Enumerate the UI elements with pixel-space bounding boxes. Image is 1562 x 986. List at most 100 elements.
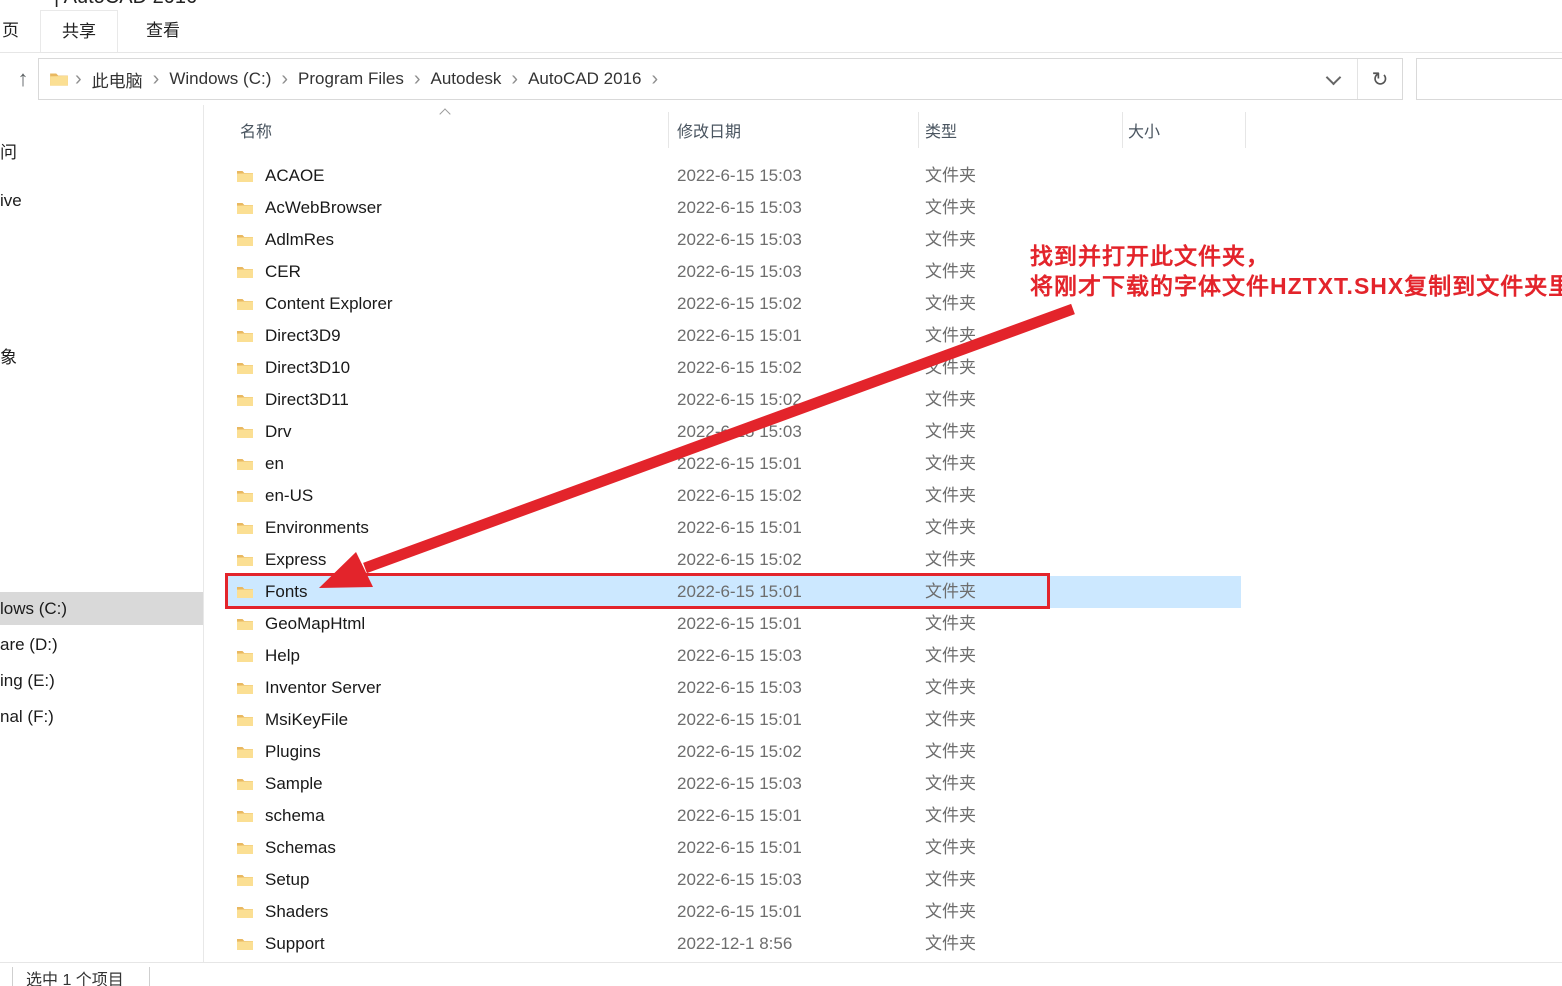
- file-name: AcWebBrowser: [265, 192, 382, 224]
- file-date: 2022-6-15 15:02: [677, 352, 802, 384]
- file-type: 文件夹: [925, 288, 976, 320]
- folder-icon: [236, 393, 254, 407]
- folder-icon: [236, 553, 254, 567]
- file-date: 2022-6-15 15:03: [677, 768, 802, 800]
- folder-icon: [236, 201, 254, 215]
- table-row[interactable]: Inventor Server 2022-6-15 15:03 文件夹: [227, 672, 1241, 704]
- table-row[interactable]: GeoMapHtml 2022-6-15 15:01 文件夹: [227, 608, 1241, 640]
- table-row[interactable]: CER 2022-6-15 15:03 文件夹: [227, 256, 1241, 288]
- table-row[interactable]: en-US 2022-6-15 15:02 文件夹: [227, 480, 1241, 512]
- table-row[interactable]: Fonts 2022-6-15 15:01 文件夹: [227, 576, 1241, 608]
- file-name: Express: [265, 544, 326, 576]
- table-row[interactable]: en 2022-6-15 15:01 文件夹: [227, 448, 1241, 480]
- file-date: 2022-6-15 15:01: [677, 896, 802, 928]
- file-name: ACAOE: [265, 160, 325, 192]
- table-row[interactable]: Setup 2022-6-15 15:03 文件夹: [227, 864, 1241, 896]
- table-row[interactable]: schema 2022-6-15 15:01 文件夹: [227, 800, 1241, 832]
- table-row[interactable]: Schemas 2022-6-15 15:01 文件夹: [227, 832, 1241, 864]
- file-name: Content Explorer: [265, 288, 393, 320]
- file-name: Help: [265, 640, 300, 672]
- file-date: 2022-6-15 15:02: [677, 384, 802, 416]
- folder-icon: [236, 169, 254, 183]
- file-type: 文件夹: [925, 832, 976, 864]
- file-type: 文件夹: [925, 192, 976, 224]
- file-date: 2022-6-15 15:02: [677, 544, 802, 576]
- file-name: schema: [265, 800, 325, 832]
- folder-icon: [236, 425, 254, 439]
- table-row[interactable]: Environments 2022-6-15 15:01 文件夹: [227, 512, 1241, 544]
- file-type: 文件夹: [925, 416, 976, 448]
- status-bar-divider: [0, 962, 1562, 963]
- file-name: Shaders: [265, 896, 328, 928]
- folder-icon: [236, 777, 254, 791]
- table-row[interactable]: Direct3D9 2022-6-15 15:01 文件夹: [227, 320, 1241, 352]
- folder-icon: [236, 841, 254, 855]
- table-row[interactable]: AdlmRes 2022-6-15 15:03 文件夹: [227, 224, 1241, 256]
- folder-icon: [236, 233, 254, 247]
- file-date: 2022-6-15 15:01: [677, 832, 802, 864]
- file-type: 文件夹: [925, 384, 976, 416]
- table-row[interactable]: Content Explorer 2022-6-15 15:02 文件夹: [227, 288, 1241, 320]
- file-type: 文件夹: [925, 864, 976, 896]
- file-date: 2022-6-15 15:01: [677, 800, 802, 832]
- folder-icon: [236, 713, 254, 727]
- table-row[interactable]: Direct3D10 2022-6-15 15:02 文件夹: [227, 352, 1241, 384]
- table-row[interactable]: Support 2022-12-1 8:56 文件夹: [227, 928, 1241, 960]
- file-type: 文件夹: [925, 928, 976, 960]
- file-type: 文件夹: [925, 544, 976, 576]
- table-row[interactable]: Direct3D11 2022-6-15 15:02 文件夹: [227, 384, 1241, 416]
- file-date: 2022-6-15 15:01: [677, 512, 802, 544]
- file-type: 文件夹: [925, 640, 976, 672]
- folder-icon: [236, 681, 254, 695]
- folder-icon: [236, 265, 254, 279]
- table-row[interactable]: Shaders 2022-6-15 15:01 文件夹: [227, 896, 1241, 928]
- file-type: 文件夹: [925, 576, 976, 608]
- table-row[interactable]: MsiKeyFile 2022-6-15 15:01 文件夹: [227, 704, 1241, 736]
- file-name: Inventor Server: [265, 672, 381, 704]
- file-date: 2022-6-15 15:03: [677, 864, 802, 896]
- file-date: 2022-6-15 15:01: [677, 320, 802, 352]
- file-type: 文件夹: [925, 224, 976, 256]
- table-row[interactable]: Plugins 2022-6-15 15:02 文件夹: [227, 736, 1241, 768]
- file-name: GeoMapHtml: [265, 608, 365, 640]
- table-row[interactable]: AcWebBrowser 2022-6-15 15:03 文件夹: [227, 192, 1241, 224]
- folder-icon: [236, 617, 254, 631]
- file-type: 文件夹: [925, 480, 976, 512]
- file-date: 2022-6-15 15:03: [677, 160, 802, 192]
- file-date: 2022-6-15 15:03: [677, 192, 802, 224]
- folder-icon: [236, 329, 254, 343]
- file-type: 文件夹: [925, 448, 976, 480]
- file-date: 2022-6-15 15:02: [677, 480, 802, 512]
- file-date: 2022-6-15 15:02: [677, 736, 802, 768]
- file-type: 文件夹: [925, 736, 976, 768]
- file-name: Direct3D10: [265, 352, 350, 384]
- file-name: en: [265, 448, 284, 480]
- file-name: Fonts: [265, 576, 308, 608]
- file-name: Support: [265, 928, 325, 960]
- folder-icon: [236, 521, 254, 535]
- table-row[interactable]: Sample 2022-6-15 15:03 文件夹: [227, 768, 1241, 800]
- folder-icon: [236, 457, 254, 471]
- file-date: 2022-12-1 8:56: [677, 928, 792, 960]
- file-name: en-US: [265, 480, 313, 512]
- file-date: 2022-6-15 15:03: [677, 416, 802, 448]
- table-row[interactable]: Help 2022-6-15 15:03 文件夹: [227, 640, 1241, 672]
- table-row[interactable]: Drv 2022-6-15 15:03 文件夹: [227, 416, 1241, 448]
- file-name: Drv: [265, 416, 291, 448]
- file-date: 2022-6-15 15:02: [677, 288, 802, 320]
- table-row[interactable]: ACAOE 2022-6-15 15:03 文件夹: [227, 160, 1241, 192]
- file-type: 文件夹: [925, 800, 976, 832]
- file-type: 文件夹: [925, 608, 976, 640]
- file-date: 2022-6-15 15:03: [677, 640, 802, 672]
- file-name: Direct3D9: [265, 320, 341, 352]
- status-separator: [12, 967, 13, 986]
- file-date: 2022-6-15 15:03: [677, 256, 802, 288]
- file-type: 文件夹: [925, 512, 976, 544]
- file-type: 文件夹: [925, 160, 976, 192]
- file-type: 文件夹: [925, 768, 976, 800]
- file-date: 2022-6-15 15:03: [677, 224, 802, 256]
- status-separator: [149, 967, 150, 986]
- file-name: Setup: [265, 864, 309, 896]
- folder-icon: [236, 905, 254, 919]
- table-row[interactable]: Express 2022-6-15 15:02 文件夹: [227, 544, 1241, 576]
